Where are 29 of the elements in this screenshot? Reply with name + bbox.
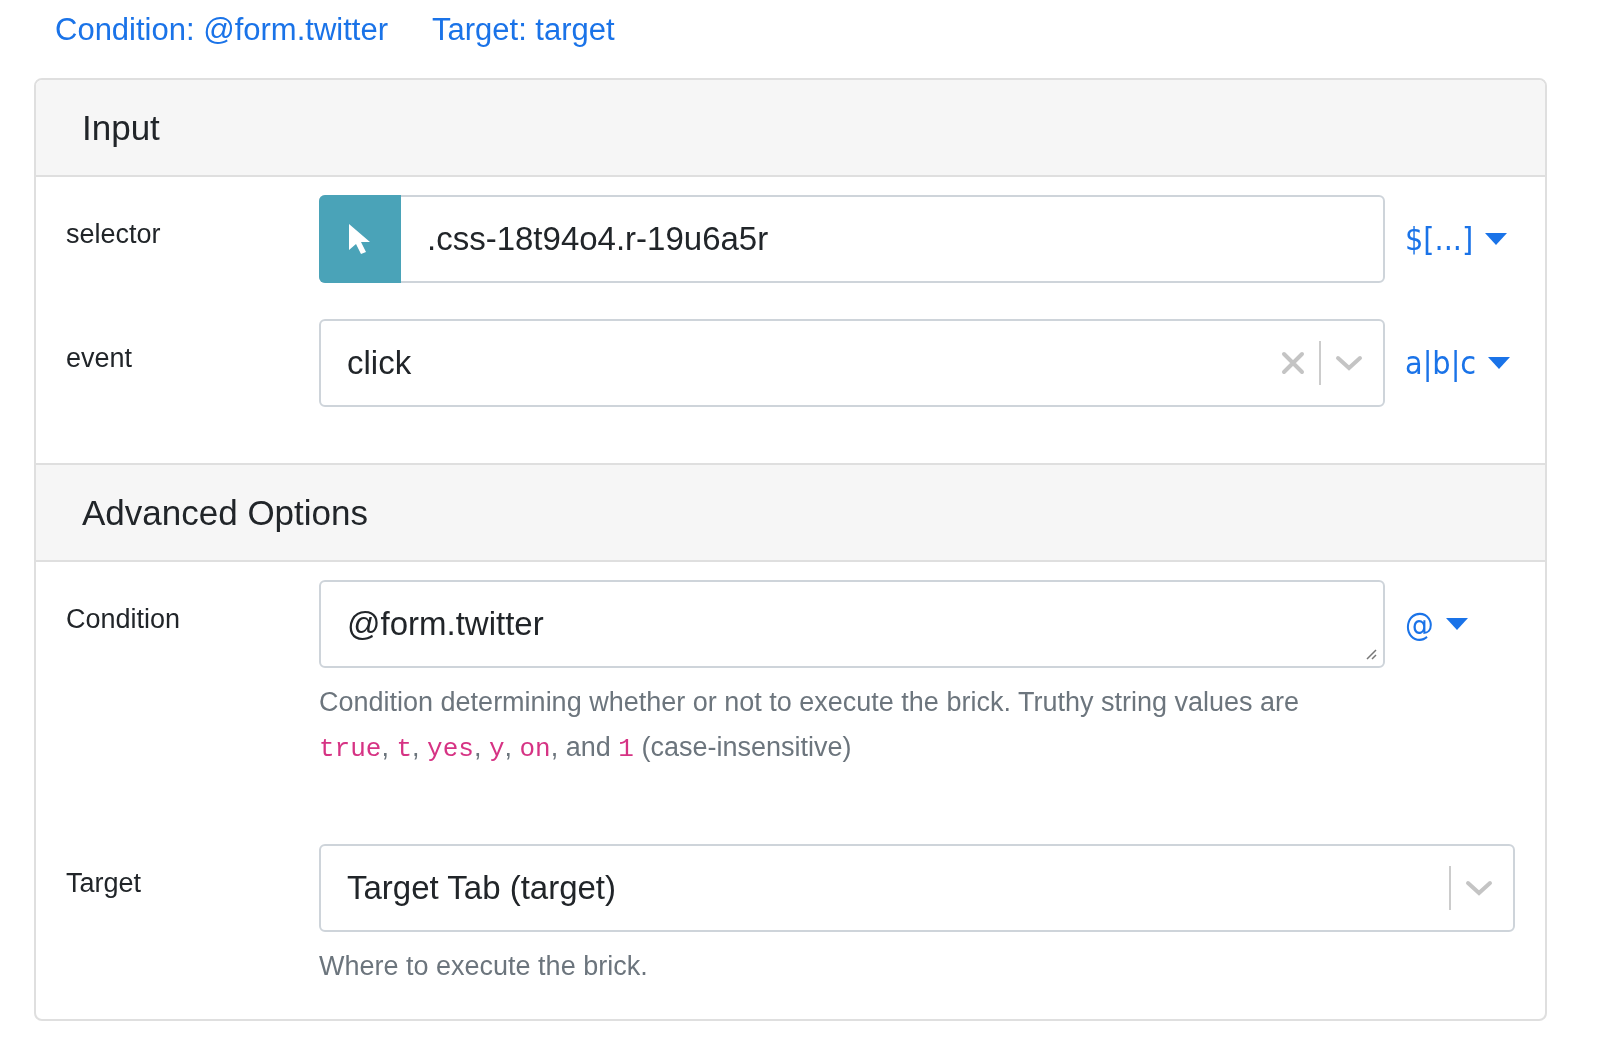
selector-input[interactable]: .css-18t94o4.r-19u6a5r [319,195,1385,283]
section-header: Advanced Options [36,463,1545,562]
selected-value: Target Tab (target) [346,869,618,907]
selector-value: .css-18t94o4.r-19u6a5r [426,220,770,258]
field-label: selector [66,218,162,250]
chevron-down-icon[interactable] [1465,880,1493,896]
caret-icon [1488,357,1511,369]
element-picker-button[interactable] [319,195,401,283]
condition-textarea[interactable]: @form.twitter [319,580,1385,668]
section-header: Input [36,80,1545,177]
help-text: Where to execute the brick. [319,950,649,983]
selected-value: click [346,344,413,382]
caret-icon [1445,618,1468,630]
summary-link[interactable]: Target: target [431,12,615,56]
caret-icon [1485,233,1508,245]
select-field[interactable]: Target Tab (target) [319,844,1515,932]
textarea-value: @form.twitter [346,605,545,643]
field-label: Target [66,867,143,899]
type-toggle-button[interactable]: @ [1405,605,1515,643]
field-label: event [66,342,134,374]
chevron-down-icon[interactable] [1335,355,1363,371]
field-label: Condition [66,603,182,635]
type-toggle-button[interactable]: $[...] [1405,220,1515,258]
clear-icon[interactable] [1281,351,1305,375]
select-field[interactable]: click [319,319,1385,407]
help-text: Condition determining whether or not to execute the brick. Truthy string values are true, t, yes, y, on, and 1 (case-insensitive) [319,686,1300,766]
type-toggle-button[interactable]: a|b|c [1405,344,1515,382]
summary-link[interactable]: Condition: @form.twitter [55,12,388,56]
resize-grip-icon[interactable] [1365,648,1377,660]
